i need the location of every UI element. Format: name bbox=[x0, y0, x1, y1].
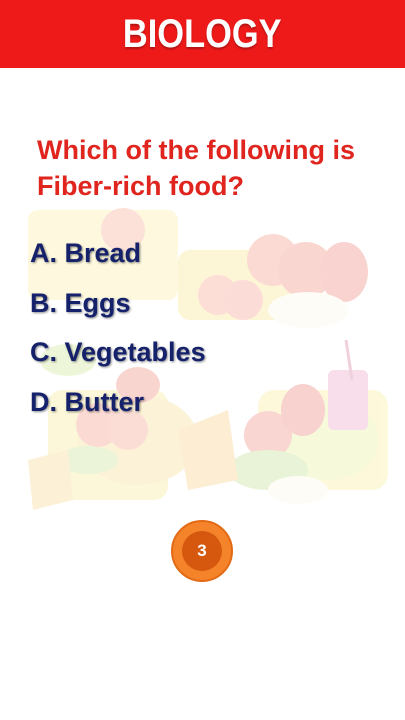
timer-center: 3 bbox=[182, 531, 222, 571]
option-a[interactable]: A. Bread bbox=[30, 238, 141, 269]
option-b[interactable]: B. Eggs bbox=[30, 288, 131, 319]
header-banner: BIOLOGY bbox=[0, 0, 405, 68]
option-c[interactable]: C. Vegetables bbox=[30, 337, 206, 368]
option-d[interactable]: D. Butter bbox=[30, 387, 144, 418]
timer-value: 3 bbox=[197, 541, 207, 560]
question-text: Which of the following is Fiber-rich foo… bbox=[37, 135, 355, 201]
subject-title: BIOLOGY bbox=[123, 11, 282, 56]
countdown-timer: 3 bbox=[171, 520, 233, 582]
